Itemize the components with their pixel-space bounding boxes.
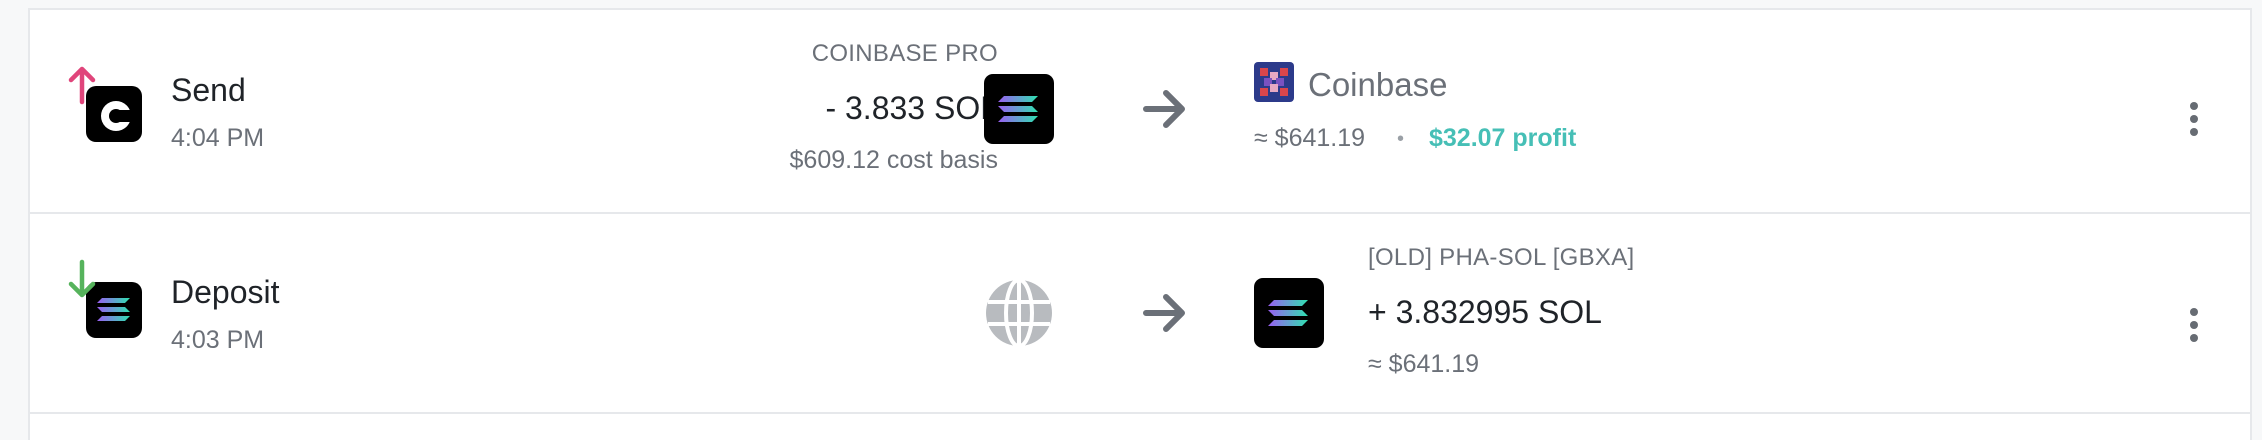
cost-basis: $609.12 cost basis: [789, 146, 998, 174]
transaction-time: 4:03 PM: [171, 326, 265, 354]
profit-label: $32.07 profit: [1429, 124, 1577, 152]
coinbase-wallet-icon: [1254, 62, 1294, 102]
transaction-row[interactable]: Send 4:04 PM COINBASE PRO - 3.833 SOL $6…: [30, 10, 2250, 212]
amount: - 3.833 SOL: [825, 90, 998, 126]
transaction-type: Send: [171, 72, 246, 108]
solana-token-icon: [984, 74, 1054, 144]
arrow-right-icon: [1140, 84, 1190, 139]
transaction-time: 4:04 PM: [171, 124, 265, 152]
transactions-card: Send 4:04 PM COINBASE PRO - 3.833 SOL $6…: [28, 8, 2252, 440]
fiat-value: ≈ $641.19: [1368, 350, 1480, 378]
amount: + 3.832995 SOL: [1368, 294, 1602, 330]
fiat-value: ≈ $641.19: [1254, 124, 1366, 152]
transaction-type: Deposit: [171, 274, 280, 310]
globe-icon: [984, 278, 1054, 348]
arrow-down-icon: [68, 258, 96, 300]
transaction-row[interactable]: Deposit 4:03 PM [OLD] PHA-SOL [GBXA] + 3…: [30, 212, 2250, 426]
row-divider: [30, 412, 2250, 414]
more-options-icon[interactable]: [2174, 94, 2214, 144]
more-options-icon[interactable]: [2174, 300, 2214, 350]
destination-wallet-label: [OLD] PHA-SOL [GBXA]: [1368, 244, 1635, 271]
arrow-up-icon: [68, 64, 96, 106]
destination-name: Coinbase: [1308, 66, 1448, 103]
solana-token-icon: [1254, 278, 1324, 348]
arrow-right-icon: [1140, 288, 1190, 343]
separator-dot: •: [1397, 128, 1405, 150]
source-wallet-label: COINBASE PRO: [811, 40, 998, 67]
